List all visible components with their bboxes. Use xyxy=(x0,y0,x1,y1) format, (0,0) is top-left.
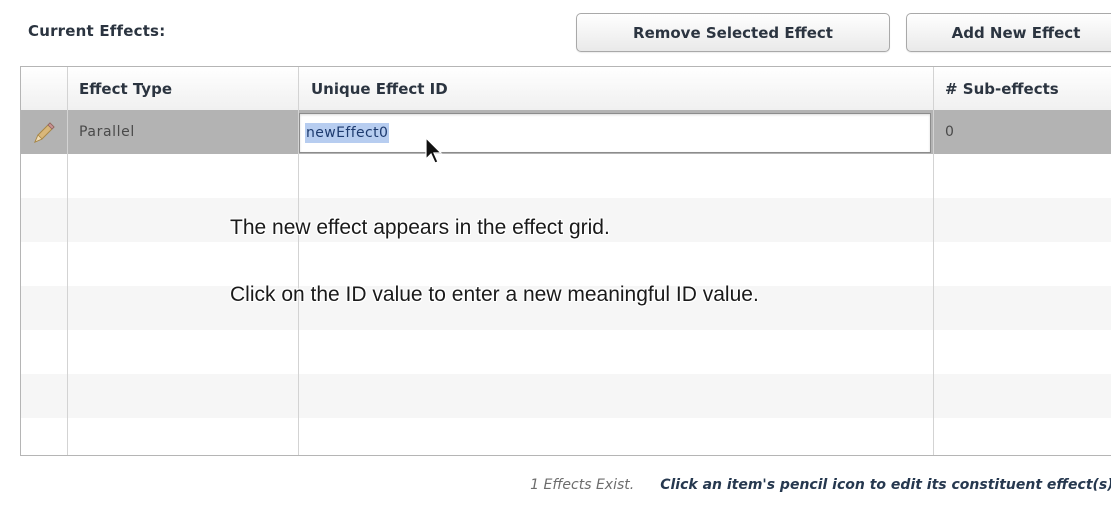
grid-footer: 1 Effects Exist. Click an item's pencil … xyxy=(28,458,1111,512)
sub-effects-cell: 0 xyxy=(945,124,955,140)
effect-grid: Effect Type Unique Effect ID # Sub-effec… xyxy=(20,66,1111,456)
tutorial-caption-2: Click on the ID value to enter a new mea… xyxy=(230,283,759,306)
grid-header: Effect Type Unique Effect ID # Sub-effec… xyxy=(21,67,1111,111)
unique-id-value: newEffect0 xyxy=(305,123,390,143)
tutorial-caption-1: The new effect appears in the effect gri… xyxy=(230,216,610,239)
mouse-cursor-icon xyxy=(425,137,443,164)
column-header-sub-effects[interactable]: # Sub-effects xyxy=(945,67,1059,110)
column-header-unique-effect-id[interactable]: Unique Effect ID xyxy=(311,67,448,110)
add-new-effect-button[interactable]: Add New Effect xyxy=(906,13,1111,52)
column-divider xyxy=(298,67,299,455)
column-divider xyxy=(933,67,934,455)
panel-title: Current Effects: xyxy=(28,22,166,40)
column-divider xyxy=(67,67,68,455)
column-header-effect-type[interactable]: Effect Type xyxy=(79,67,172,110)
effects-count: 1 Effects Exist. xyxy=(530,477,635,493)
edit-hint: Click an item's pencil icon to edit its … xyxy=(660,477,1111,493)
remove-selected-effect-button[interactable]: Remove Selected Effect xyxy=(576,13,890,52)
unique-id-input[interactable]: newEffect0 xyxy=(299,113,931,153)
effect-type-cell: Parallel xyxy=(79,124,135,140)
effects-panel: Current Effects: Remove Selected Effect … xyxy=(8,0,1111,512)
empty-row xyxy=(21,374,1111,418)
pencil-icon[interactable] xyxy=(31,120,57,146)
